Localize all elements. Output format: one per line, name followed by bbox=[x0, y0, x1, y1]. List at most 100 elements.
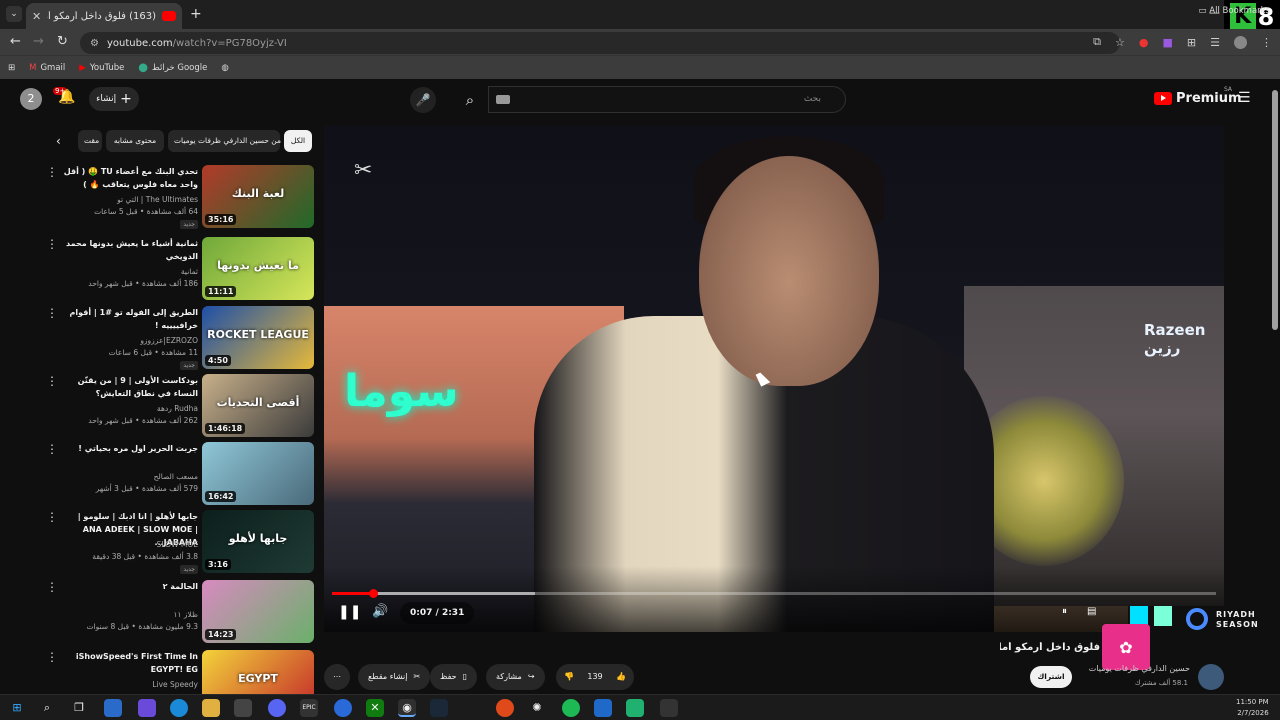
dislike-icon[interactable]: 👎 bbox=[564, 664, 574, 690]
epic-games-icon[interactable]: EPIC bbox=[300, 699, 318, 717]
steam-icon[interactable] bbox=[430, 699, 448, 717]
bookmark-star-icon[interactable]: ☆ bbox=[1115, 36, 1125, 49]
system-clock[interactable]: 11:50 PM 2/7/2026 bbox=[1236, 697, 1269, 719]
more-actions-icon[interactable]: ⋯ bbox=[324, 664, 350, 690]
vscode-icon[interactable] bbox=[594, 699, 612, 717]
more-options-icon[interactable]: ⋮ bbox=[46, 510, 58, 524]
more-options-icon[interactable]: ⋮ bbox=[46, 374, 58, 388]
search-button-icon[interactable]: ⌕ bbox=[452, 86, 488, 114]
bookmark-globe[interactable]: ◍ bbox=[221, 63, 228, 73]
notifications-bell-icon[interactable]: 🔔 bbox=[58, 89, 75, 105]
video-item-title[interactable]: iShowSpeed's First Time In EGYPT! EG bbox=[58, 650, 198, 676]
video-thumbnail[interactable]: أقصى التحديات 1:46:18 bbox=[202, 374, 314, 437]
more-options-icon[interactable]: ⋮ bbox=[46, 165, 58, 179]
video-item-title[interactable]: جربت الحرير اول مره بحياتي ! bbox=[58, 442, 198, 455]
keyboard-icon[interactable] bbox=[496, 95, 510, 104]
pause-icon[interactable]: ❚❚ bbox=[338, 604, 361, 620]
extension-purple-icon[interactable]: ■ bbox=[1163, 36, 1173, 49]
chrome-menu-icon[interactable]: ⋮ bbox=[1261, 36, 1272, 49]
sidebar-video-item[interactable]: ⋮ ROCKET LEAGUE 4:50 الطريق إلى الفوله تو #… bbox=[46, 306, 316, 370]
channel-name[interactable]: حسين الدارفي ظرفات يوميات bbox=[1082, 664, 1190, 673]
progress-bar[interactable] bbox=[332, 589, 1216, 598]
origin-icon[interactable] bbox=[496, 699, 514, 717]
video-item-title[interactable]: تحدي البنك مع أعضاء TU 🤑 ( أقل واحد معاه… bbox=[58, 165, 198, 191]
task-view-icon[interactable]: ❐ bbox=[70, 699, 88, 717]
address-bar[interactable]: ⚙ youtube.com/watch?v=PG78Oyjz-VI bbox=[80, 32, 1120, 54]
video-item-channel[interactable]: The Ultimates | التي تو bbox=[58, 195, 198, 204]
back-icon[interactable]: ← bbox=[10, 34, 21, 49]
video-item-channel[interactable]: ظلاز ١١ bbox=[58, 610, 198, 619]
video-thumbnail[interactable]: 16:42 bbox=[202, 442, 314, 505]
sidebar-video-item[interactable]: ⋮ أقصى التحديات 1:46:18 بودكاست الأولى | 9 … bbox=[46, 374, 316, 438]
store-icon[interactable] bbox=[234, 699, 252, 717]
video-item-title[interactable]: الطريق إلى الفوله تو #1 | أقوام خرافيييي… bbox=[58, 306, 198, 332]
spotify-icon[interactable] bbox=[562, 699, 580, 717]
video-thumbnail[interactable]: لعبة البنك 35:16 bbox=[202, 165, 314, 228]
chip-all[interactable]: الكل bbox=[284, 130, 312, 152]
sidebar-video-item[interactable]: ⋮ 16:42 جربت الحرير اول مره بحياتي ! مسعب ا… bbox=[46, 442, 316, 506]
volume-icon[interactable]: 🔊 bbox=[372, 604, 388, 619]
close-tab-icon[interactable]: ✕ bbox=[32, 10, 41, 23]
chrome-icon[interactable]: ◉ bbox=[398, 699, 416, 717]
all-bookmarks-button[interactable]: ▭ All Bookmarks bbox=[1199, 6, 1270, 16]
whatsapp-icon[interactable] bbox=[626, 699, 644, 717]
video-item-channel[interactable]: مسعب الصالح bbox=[58, 472, 198, 481]
voice-search-mic-icon[interactable]: 🎤 bbox=[410, 87, 436, 113]
page-scrollbar[interactable] bbox=[1272, 90, 1278, 330]
autoplay-toggle-icon[interactable]: ⏸ bbox=[1062, 606, 1067, 617]
search-icon[interactable]: ⌕ bbox=[38, 699, 56, 717]
video-item-title[interactable]: بودكاست الأولى | 9 | من يقنّن النساء في … bbox=[58, 374, 198, 400]
extensions-icon[interactable]: ⊞ bbox=[1187, 36, 1196, 49]
video-item-title[interactable]: ثمانية أشياء ما يعيش بدونها محمد الدويخي bbox=[58, 237, 198, 263]
new-tab-icon[interactable]: + bbox=[190, 6, 202, 22]
windows-start-icon[interactable]: ⊞ bbox=[8, 699, 26, 717]
battlenet-icon[interactable] bbox=[334, 699, 352, 717]
more-options-icon[interactable]: ⋮ bbox=[46, 442, 58, 456]
video-item-channel[interactable]: ثمانية bbox=[58, 267, 198, 276]
reload-icon[interactable]: ↻ bbox=[57, 34, 68, 49]
sidebar-video-item[interactable]: ⋮ 14:23 الحالمة ٢ ظلاز ١١ 9.3 مليون مشاهدة •… bbox=[46, 580, 316, 644]
share-button[interactable]: مشاركة ↪ bbox=[486, 664, 545, 690]
outlook-icon[interactable] bbox=[104, 699, 122, 717]
subtitles-icon[interactable]: ▤ bbox=[1087, 606, 1096, 617]
extension-red-icon[interactable]: ● bbox=[1139, 36, 1149, 49]
video-item-channel[interactable]: EZROZO|عززوزو bbox=[58, 336, 198, 345]
app-icon[interactable] bbox=[660, 699, 678, 717]
video-thumbnail[interactable]: ROCKET LEAGUE 4:50 bbox=[202, 306, 314, 369]
video-item-channel[interactable]: Rudha ردهة bbox=[58, 404, 198, 413]
sidebar-video-item[interactable]: ⋮ جابها لأهلو 3:16 جابها لأهلو | انا ادبك |… bbox=[46, 510, 316, 574]
more-options-icon[interactable]: ⋮ bbox=[46, 580, 58, 594]
site-info-icon[interactable]: ⚙ bbox=[90, 38, 99, 49]
video-thumbnail[interactable]: جابها لأهلو 3:16 bbox=[202, 510, 314, 573]
video-thumbnail[interactable]: ما تعيش بدونها 11:11 bbox=[202, 237, 314, 300]
xbox-icon[interactable]: ✕ bbox=[366, 699, 384, 717]
subscribe-button[interactable]: اشتراك bbox=[1030, 666, 1072, 688]
more-options-icon[interactable]: ⋮ bbox=[46, 306, 58, 320]
video-item-channel[interactable]: SLOW MOE bbox=[58, 540, 199, 549]
edge-icon[interactable] bbox=[170, 699, 188, 717]
chip-related[interactable]: محتوى مشابه bbox=[106, 130, 164, 152]
chip-from-channel[interactable]: من حسين الدارفي ظرفات يوميات bbox=[168, 130, 281, 152]
chip-partial[interactable]: مقت bbox=[78, 130, 102, 152]
bookmark-maps[interactable]: ⬤ خرائط Google bbox=[138, 63, 207, 73]
sidebar-video-item[interactable]: ⋮ ما تعيش بدونها 11:11 ثمانية أشياء ما يعيش… bbox=[46, 237, 316, 301]
bookmark-youtube[interactable]: ▶ YouTube bbox=[79, 63, 124, 73]
clip-button[interactable]: إنشاء مقطع ✂ bbox=[358, 664, 431, 690]
sidebar-video-item[interactable]: ⋮ لعبة البنك 35:16 تحدي البنك مع أعضاء TU 🤑… bbox=[46, 165, 316, 229]
like-icon[interactable]: 👍 bbox=[616, 664, 626, 690]
create-button[interactable]: إنشاء + bbox=[89, 87, 139, 111]
video-thumbnail[interactable]: 14:23 bbox=[202, 580, 314, 643]
youtube-premium-logo[interactable]: Premium bbox=[1154, 91, 1242, 106]
save-button[interactable]: حفظ ▯ bbox=[430, 664, 477, 690]
cast-icon[interactable]: ⧉ bbox=[1093, 35, 1101, 49]
bookmark-gmail[interactable]: M Gmail bbox=[29, 63, 65, 73]
more-options-icon[interactable]: ⋮ bbox=[46, 650, 58, 664]
tab-search-icon[interactable]: ⌄ bbox=[6, 6, 22, 22]
more-options-icon[interactable]: ⋮ bbox=[46, 237, 58, 251]
guide-menu-icon[interactable]: ☰ bbox=[1238, 90, 1251, 106]
video-item-channel[interactable]: Live Speedy bbox=[58, 680, 198, 689]
browser-tab[interactable]: (163) فلوق داخل أرمكو أماكن ✕ bbox=[26, 3, 182, 29]
reading-list-icon[interactable]: ☰ bbox=[1210, 36, 1220, 49]
copilot-icon[interactable] bbox=[138, 699, 156, 717]
discord-icon[interactable] bbox=[268, 699, 286, 717]
